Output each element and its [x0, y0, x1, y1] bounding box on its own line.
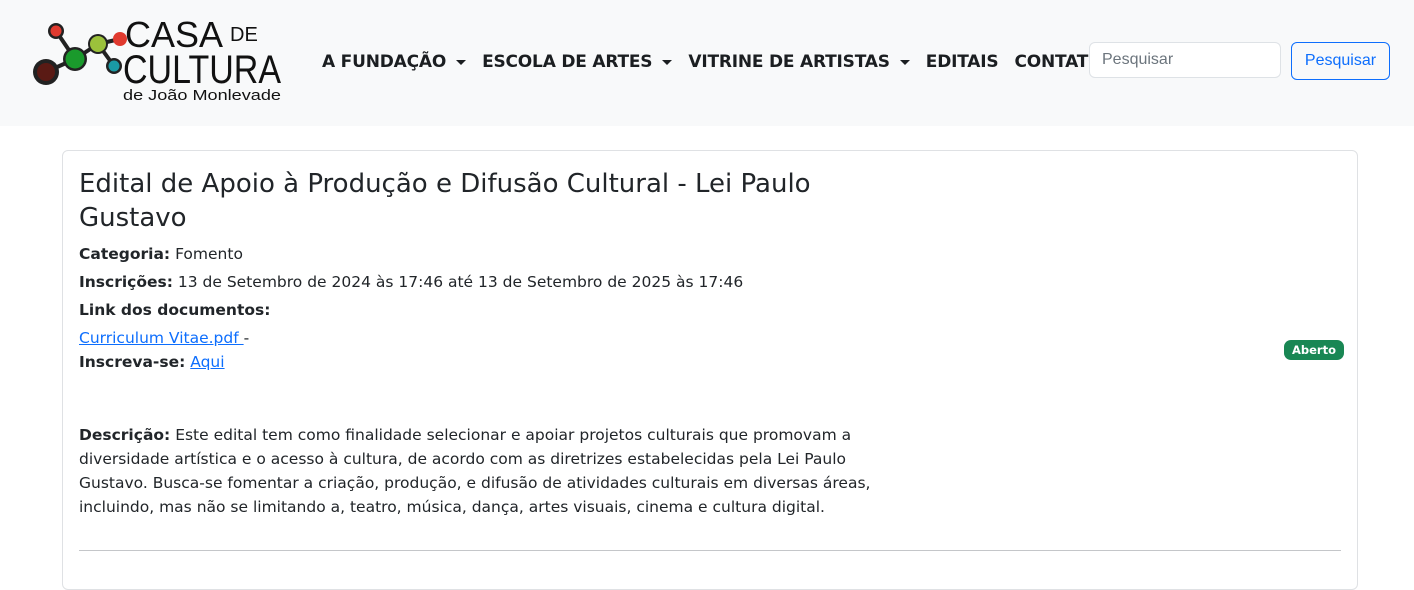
brand-line3: de João Monlevade — [123, 87, 281, 104]
casa-de-cultura-logo[interactable]: CASA DE CULTURA de João Monlevade — [30, 14, 285, 106]
description-text: Este edital tem como finalidade selecion… — [79, 426, 871, 516]
documents-field: Link dos documentos: — [79, 298, 270, 322]
edital-title: Edital de Apoio à Produção e Difusão Cul… — [79, 169, 811, 233]
nav-item-editais[interactable]: EDITAIS — [926, 52, 999, 72]
category-label: Categoria: — [79, 245, 171, 263]
signup-link[interactable]: Aqui — [190, 353, 224, 371]
nav-item-label: VITRINE DE ARTISTAS — [688, 52, 890, 72]
category-value: Fomento — [175, 245, 243, 263]
document-separator: - — [243, 329, 250, 347]
brand-line1-suffix: DE — [230, 24, 258, 46]
signup-label: Inscreva-se: — [79, 353, 186, 371]
brand-line2: CULTURA — [123, 48, 281, 92]
caret-down-icon — [899, 60, 910, 65]
nav-item-label: A FUNDAÇÃO — [322, 52, 447, 72]
nav-item-vitrine-de-artistas[interactable]: VITRINE DE ARTISTAS — [688, 52, 910, 72]
signup-field: Inscreva-se: Aqui — [79, 350, 225, 374]
registrations-value: 13 de Setembro de 2024 às 17:46 até 13 d… — [177, 273, 744, 291]
status-badge: Aberto — [1284, 340, 1345, 360]
category-field: Categoria: Fomento — [79, 242, 243, 266]
molecule-icon — [33, 23, 127, 85]
navbar: CASA DE CULTURA de João Monlevade A FUND… — [0, 0, 1414, 126]
description: Descrição: Este edital tem como finalida… — [79, 423, 914, 519]
document-link[interactable]: Curriculum Vitae.pdf — [79, 329, 244, 347]
description-label: Descrição: — [79, 426, 171, 444]
nav-item-label: EDITAIS — [925, 52, 999, 72]
nav-item-label: ESCOLA DE ARTES — [482, 52, 653, 72]
divider — [79, 550, 1341, 551]
nav-item-a-fundacao[interactable]: A FUNDAÇÃO — [322, 52, 467, 72]
nav-item-escola-de-artes[interactable]: ESCOLA DE ARTES — [482, 52, 673, 72]
search-button[interactable]: Pesquisar — [1291, 42, 1390, 80]
edital-card: Edital de Apoio à Produção e Difusão Cul… — [62, 150, 1358, 590]
search-input[interactable] — [1089, 42, 1281, 78]
registrations-field: Inscrições: 13 de Setembro de 2024 às 17… — [79, 270, 743, 294]
caret-down-icon — [662, 60, 673, 65]
documents-list: Curriculum Vitae.pdf - — [79, 326, 249, 350]
caret-down-icon — [456, 60, 467, 65]
registrations-label: Inscrições: — [79, 273, 173, 291]
nav-menu: A FUNDAÇÃO ESCOLA DE ARTES VITRINE DE AR… — [322, 48, 1138, 76]
documents-label: Link dos documentos: — [79, 301, 271, 319]
